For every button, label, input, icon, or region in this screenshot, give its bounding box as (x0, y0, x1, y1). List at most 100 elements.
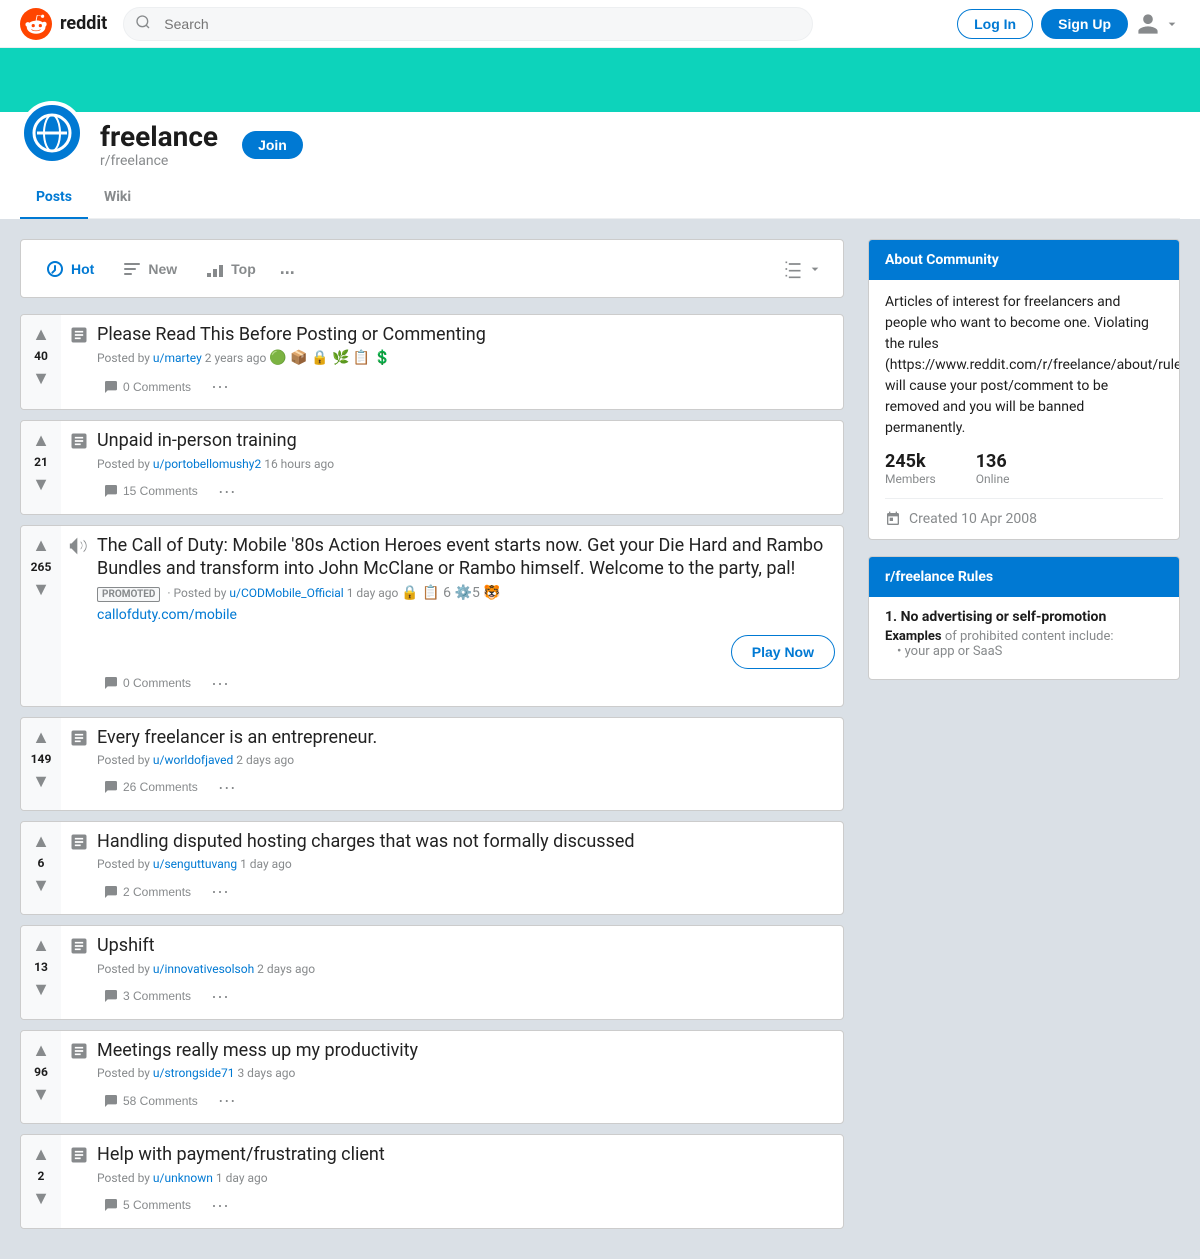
post-author[interactable]: u/unknown (153, 1171, 213, 1185)
main-content: Hot New Top (0, 219, 1200, 1259)
post-card-ad[interactable]: ▲ 265 ▼ The Call of Duty: Mobile '80s Ac… (20, 525, 844, 707)
post-actions: 3 Comments ··· (97, 982, 835, 1011)
post-author[interactable]: u/innovativesolsoh (153, 962, 254, 976)
header-actions: Log In Sign Up (957, 9, 1180, 39)
comment-icon (103, 379, 119, 395)
post-title: The Call of Duty: Mobile '80s Action Her… (97, 534, 835, 581)
community-stats: 245k Members 136 Online (885, 451, 1163, 486)
sort-new-button[interactable]: New (110, 251, 189, 287)
post-more-button[interactable]: ··· (212, 773, 242, 802)
post-more-button[interactable]: ··· (205, 669, 235, 698)
comments-button[interactable]: 0 Comments (97, 375, 197, 399)
post-author[interactable]: u/CODMobile_Official (229, 586, 343, 600)
upvote-button[interactable]: ▲ (30, 1143, 52, 1165)
downvote-button[interactable]: ▼ (30, 1187, 52, 1209)
comments-button[interactable]: 58 Comments (97, 1089, 204, 1113)
search-input[interactable] (123, 7, 813, 41)
post-meta: Posted by u/unknown 1 day ago (97, 1171, 835, 1185)
post-author[interactable]: u/portobellomushy2 (153, 457, 261, 471)
promoted-badge: PROMOTED (97, 587, 160, 602)
post-type-icon (69, 1145, 89, 1169)
vote-count: 21 (34, 455, 48, 469)
post-author[interactable]: u/worldofjaved (153, 753, 233, 767)
post-card[interactable]: ▲ 40 ▼ Please Read This Before Posting o… (20, 314, 844, 410)
examples-label: Examples (885, 629, 942, 644)
downvote-button[interactable]: ▼ (30, 367, 52, 389)
comments-button[interactable]: 15 Comments (97, 479, 204, 503)
comments-button[interactable]: 0 Comments (97, 671, 197, 695)
upvote-button[interactable]: ▲ (30, 934, 52, 956)
ad-link[interactable]: callofduty.com/mobile (97, 607, 835, 623)
sort-top-button[interactable]: Top (193, 251, 268, 287)
post-card[interactable]: ▲ 2 ▼ Help with payment/frustrating clie… (20, 1134, 844, 1228)
post-emojis: 🟢 📦 🔒 🌿 📋 💲 (269, 350, 391, 366)
comment-icon (103, 988, 119, 1004)
comments-button[interactable]: 3 Comments (97, 984, 197, 1008)
about-description: Articles of interest for freelancers and… (885, 292, 1163, 439)
vote-count: 2 (38, 1169, 45, 1183)
new-icon (122, 259, 142, 279)
logo-area[interactable]: reddit (20, 8, 107, 40)
post-more-button[interactable]: ··· (205, 1191, 235, 1220)
rules-card: r/freelance Rules 1. No advertising or s… (868, 556, 1180, 680)
sort-options: Hot New Top (33, 250, 303, 287)
sort-more-button[interactable]: ... (272, 250, 303, 287)
post-author[interactable]: u/senguttuvang (153, 857, 237, 871)
post-more-button[interactable]: ··· (212, 477, 242, 506)
comments-button[interactable]: 5 Comments (97, 1193, 197, 1217)
user-chevron-icon (1164, 16, 1180, 32)
view-button[interactable] (775, 251, 831, 287)
created-label: Created 10 Apr 2008 (909, 511, 1037, 527)
vote-column: ▲ 6 ▼ (21, 822, 61, 914)
downvote-button[interactable]: ▼ (30, 874, 52, 896)
upvote-button[interactable]: ▲ (30, 429, 52, 451)
post-author[interactable]: u/martey (153, 351, 202, 365)
post-card[interactable]: ▲ 21 ▼ Unpaid in-person training Posted … (20, 420, 844, 514)
user-menu[interactable] (1136, 12, 1180, 36)
comments-button[interactable]: 2 Comments (97, 880, 197, 904)
join-button[interactable]: Join (242, 131, 303, 159)
rule-examples: Examples of prohibited content include: (885, 629, 1163, 644)
downvote-button[interactable]: ▼ (30, 770, 52, 792)
downvote-button[interactable]: ▼ (30, 978, 52, 1000)
post-card[interactable]: ▲ 6 ▼ Handling disputed hosting charges … (20, 821, 844, 915)
sort-hot-button[interactable]: Hot (33, 251, 106, 287)
vote-count: 13 (34, 960, 48, 974)
post-more-button[interactable]: ··· (205, 372, 235, 401)
downvote-button[interactable]: ▼ (30, 1083, 52, 1105)
header: reddit Log In Sign Up (0, 0, 1200, 48)
upvote-button[interactable]: ▲ (30, 1039, 52, 1061)
top-icon (205, 259, 225, 279)
post-body: Please Read This Before Posting or Comme… (97, 323, 835, 401)
hot-icon (45, 259, 65, 279)
subreddit-handle: r/freelance (100, 153, 168, 169)
upvote-button[interactable]: ▲ (30, 726, 52, 748)
post-card[interactable]: ▲ 149 ▼ Every freelancer is an entrepren… (20, 717, 844, 811)
post-card[interactable]: ▲ 13 ▼ Upshift Posted by u/innovativesol… (20, 925, 844, 1019)
post-card[interactable]: ▲ 96 ▼ Meetings really mess up my produc… (20, 1030, 844, 1124)
downvote-button[interactable]: ▼ (30, 473, 52, 495)
tab-wiki[interactable]: Wiki (88, 177, 147, 219)
upvote-button[interactable]: ▲ (30, 830, 52, 852)
site-logo-text: reddit (60, 13, 107, 34)
comments-button[interactable]: 26 Comments (97, 775, 204, 799)
post-more-button[interactable]: ··· (205, 982, 235, 1011)
members-label: Members (885, 472, 936, 486)
post-content: Upshift Posted by u/innovativesolsoh 2 d… (61, 926, 843, 1018)
post-author[interactable]: u/strongside71 (153, 1066, 235, 1080)
post-actions: 26 Comments ··· (97, 773, 835, 802)
rules-header: r/freelance Rules (869, 557, 1179, 597)
play-now-button[interactable]: Play Now (731, 635, 835, 669)
post-more-button[interactable]: ··· (212, 1086, 242, 1115)
tab-posts[interactable]: Posts (20, 177, 88, 219)
post-more-button[interactable]: ··· (205, 877, 235, 906)
downvote-button[interactable]: ▼ (30, 578, 52, 600)
rule-bullet: • your app or SaaS (885, 644, 1163, 659)
subreddit-info: freelance r/freelance Join (20, 112, 1180, 177)
upvote-button[interactable]: ▲ (30, 323, 52, 345)
post-content: Handling disputed hosting charges that w… (61, 822, 843, 914)
post-title: Handling disputed hosting charges that w… (97, 830, 835, 853)
upvote-button[interactable]: ▲ (30, 534, 52, 556)
signup-button[interactable]: Sign Up (1041, 9, 1128, 39)
login-button[interactable]: Log In (957, 9, 1033, 39)
